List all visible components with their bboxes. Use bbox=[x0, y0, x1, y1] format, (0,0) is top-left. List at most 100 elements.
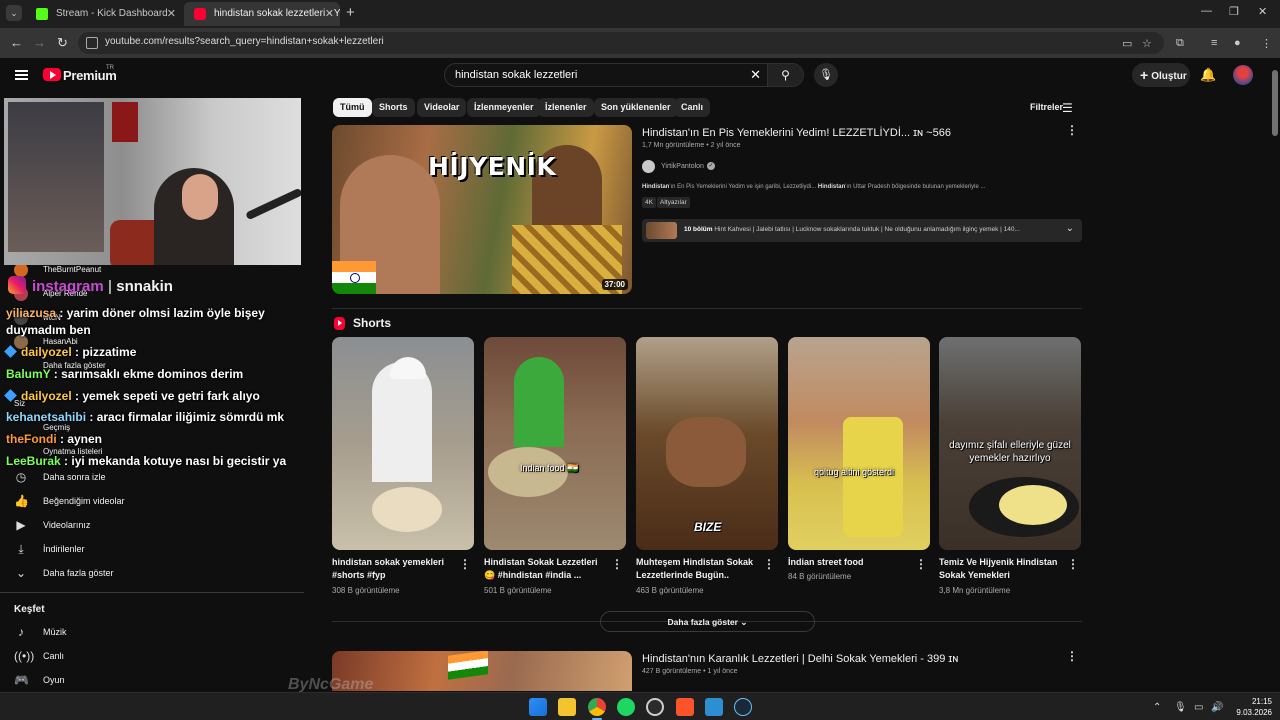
webcam-overlay bbox=[4, 98, 301, 265]
more-options-icon[interactable]: ⋮ bbox=[763, 558, 775, 570]
more-options-icon[interactable]: ⋮ bbox=[1067, 558, 1079, 570]
show-more-button[interactable]: Daha fazla göster ⌄ bbox=[600, 611, 815, 632]
close-tab-icon[interactable]: ✕ bbox=[325, 2, 334, 26]
youtube-logo-icon[interactable] bbox=[43, 68, 61, 81]
short-title[interactable]: Hindistan Sokak Lezzetleri 😋 #hindistan … bbox=[484, 556, 604, 582]
more-options-icon[interactable]: ⋮ bbox=[459, 558, 471, 570]
sidebar-item-watch-later[interactable]: ◷ Daha sonra izle bbox=[14, 467, 304, 487]
short-thumbnail[interactable] bbox=[332, 337, 474, 550]
create-button[interactable]: + Oluştur bbox=[1132, 63, 1190, 87]
upload-age: 2 yıl önce bbox=[710, 142, 741, 149]
short-thumbnail[interactable]: dayımız şifalı elleriyle güzel yemekler … bbox=[939, 337, 1081, 550]
chip-recent[interactable]: Son yüklenenler bbox=[594, 98, 678, 117]
site-info-icon[interactable] bbox=[86, 37, 98, 49]
obs-icon[interactable] bbox=[646, 698, 664, 716]
browser-menu-icon[interactable]: ⋮ bbox=[1261, 37, 1272, 50]
video-thumbnail[interactable]: HİJYENİK 37:00 bbox=[332, 125, 632, 294]
search-icon[interactable]: ⚲ bbox=[767, 64, 803, 86]
browser-tab-youtube[interactable]: hindistan sokak lezzetleri - YouT ✕ bbox=[184, 2, 340, 26]
kick-icon bbox=[36, 8, 48, 20]
filter-sliders-icon[interactable]: ☰ bbox=[1062, 101, 1073, 115]
chapters-row[interactable]: 10 bölüm Hint Kahvesi | Jalebi tatlısı |… bbox=[642, 219, 1082, 242]
reading-list-icon[interactable]: ≡ bbox=[1211, 37, 1217, 49]
chevron-down-icon[interactable]: ⌄ bbox=[1066, 223, 1074, 234]
chip-shorts[interactable]: Shorts bbox=[372, 98, 415, 117]
more-options-icon[interactable]: ⋮ bbox=[1066, 124, 1078, 136]
windows-start-icon[interactable] bbox=[529, 698, 547, 716]
sidebar-item-downloads[interactable]: ⤓ İndirilenler bbox=[14, 539, 304, 559]
sidebar-item-label: Daha fazla göster bbox=[43, 568, 114, 578]
video-title[interactable]: Hindistan'ın En Pis Yemeklerini Yedim! L… bbox=[642, 127, 951, 139]
gaming-icon: 🎮 bbox=[14, 673, 29, 687]
short-title[interactable]: Muhteşem Hindistan Sokak Lezzetlerinde B… bbox=[636, 556, 756, 582]
sidebar-item-liked[interactable]: 👍 Beğendiğim videolar bbox=[14, 491, 304, 511]
close-tab-icon[interactable]: ✕ bbox=[167, 2, 176, 26]
short-title[interactable]: Temiz Ve Hijyenik Hindistan Sokak Yemekl… bbox=[939, 556, 1059, 582]
brave-icon[interactable] bbox=[676, 698, 694, 716]
profile-icon[interactable]: ● bbox=[1234, 37, 1241, 49]
chrome-icon[interactable] bbox=[588, 698, 606, 716]
shorts-icon bbox=[334, 317, 345, 330]
more-options-icon[interactable]: ⋮ bbox=[915, 558, 927, 570]
sidebar-item-live[interactable]: ((•)) Canlı bbox=[14, 646, 304, 666]
short-thumbnail[interactable]: qoltug altini gösterdi bbox=[788, 337, 930, 550]
youtube-header: Premium TR hindistan sokak lezzetleri ✕ … bbox=[0, 58, 1270, 92]
short-title[interactable]: hindistan sokak yemekleri #shorts #fyp bbox=[332, 556, 452, 582]
browser-tab-kick[interactable]: Stream - Kick Dashboard ✕ bbox=[26, 2, 182, 26]
search-box[interactable]: hindistan sokak lezzetleri ✕ ⚲ bbox=[444, 63, 804, 87]
extensions-icon[interactable]: ⧉ bbox=[1176, 37, 1184, 50]
sidebar-item-gaming[interactable]: 🎮 Oyun bbox=[14, 670, 304, 690]
thumbnail-dough bbox=[372, 487, 442, 532]
short-thumbnail[interactable]: BIZE bbox=[636, 337, 778, 550]
app-icon[interactable] bbox=[705, 698, 723, 716]
chat-user: LeeBurak bbox=[6, 454, 61, 468]
notifications-bell-icon[interactable]: 🔔 bbox=[1200, 67, 1216, 83]
tab-search-icon[interactable]: ⌄ bbox=[6, 5, 22, 21]
filters-button[interactable]: Filtreler bbox=[1030, 102, 1063, 112]
sidebar-item-your-videos[interactable]: ▶ Videolarınız bbox=[14, 515, 304, 535]
more-options-icon[interactable]: ⋮ bbox=[1066, 650, 1078, 662]
chip-watched[interactable]: İzlenenler bbox=[538, 98, 594, 117]
chat-user: dailyozel bbox=[21, 345, 72, 359]
sidebar-item-show-more[interactable]: ⌄ Daha fazla göster bbox=[14, 563, 304, 583]
short-thumbnail[interactable]: Indian food 🇮🇳 bbox=[484, 337, 626, 550]
tray-chevron-icon[interactable]: ⌃ bbox=[1153, 702, 1161, 713]
more-options-icon[interactable]: ⋮ bbox=[611, 558, 623, 570]
reload-icon[interactable]: ↻ bbox=[57, 35, 68, 51]
search-input[interactable]: hindistan sokak lezzetleri bbox=[455, 69, 577, 81]
cast-icon[interactable]: ▭ bbox=[1122, 37, 1132, 50]
chip-all[interactable]: Tümü bbox=[333, 98, 372, 117]
clear-search-icon[interactable]: ✕ bbox=[750, 67, 761, 83]
address-bar[interactable]: youtube.com/results?search_query=hindist… bbox=[78, 32, 1164, 54]
restore-icon[interactable]: ❐ bbox=[1229, 5, 1239, 18]
spotify-icon[interactable] bbox=[617, 698, 635, 716]
video-meta: 1,7 Mn görüntüleme • 2 yıl önce bbox=[642, 142, 741, 149]
channel-name[interactable]: YirtikPantolon bbox=[661, 163, 704, 170]
channel-avatar[interactable] bbox=[642, 160, 655, 173]
back-icon[interactable]: ← bbox=[10, 35, 23, 50]
display-icon[interactable]: ▭ bbox=[1194, 702, 1203, 713]
short-title[interactable]: İndian street food bbox=[788, 556, 908, 569]
voice-search-icon[interactable]: 🎙 bbox=[814, 63, 838, 87]
menu-icon[interactable] bbox=[15, 70, 28, 80]
forward-icon[interactable]: → bbox=[33, 35, 46, 50]
volume-icon[interactable]: 🔊 bbox=[1211, 702, 1223, 713]
video-thumbnail[interactable] bbox=[332, 651, 632, 691]
chip-unwatched[interactable]: İzlenmeyenler bbox=[467, 98, 541, 117]
page-scrollbar[interactable] bbox=[1272, 70, 1278, 136]
view-count: 463 B görüntüleme bbox=[636, 586, 704, 595]
instagram-separator: | bbox=[107, 278, 113, 295]
chip-live[interactable]: Canlı bbox=[674, 98, 711, 117]
sidebar-item-music[interactable]: ♪ Müzik bbox=[14, 622, 304, 642]
bookmark-star-icon[interactable]: ☆ bbox=[1142, 37, 1152, 50]
steam-icon[interactable] bbox=[734, 698, 752, 716]
minimize-icon[interactable]: — bbox=[1201, 5, 1212, 17]
video-title[interactable]: Hindistan'nın Karanlık Lezzetleri | Delh… bbox=[642, 653, 958, 665]
chip-videos[interactable]: Videolar bbox=[417, 98, 467, 117]
system-clock[interactable]: 21:15 9.03.2026 bbox=[1228, 696, 1272, 718]
new-tab-button[interactable]: + bbox=[346, 5, 355, 21]
avatar[interactable] bbox=[1233, 65, 1253, 85]
file-explorer-icon[interactable] bbox=[558, 698, 576, 716]
close-window-icon[interactable]: ✕ bbox=[1258, 5, 1267, 18]
microphone-icon[interactable]: 🎙 bbox=[1174, 702, 1187, 713]
